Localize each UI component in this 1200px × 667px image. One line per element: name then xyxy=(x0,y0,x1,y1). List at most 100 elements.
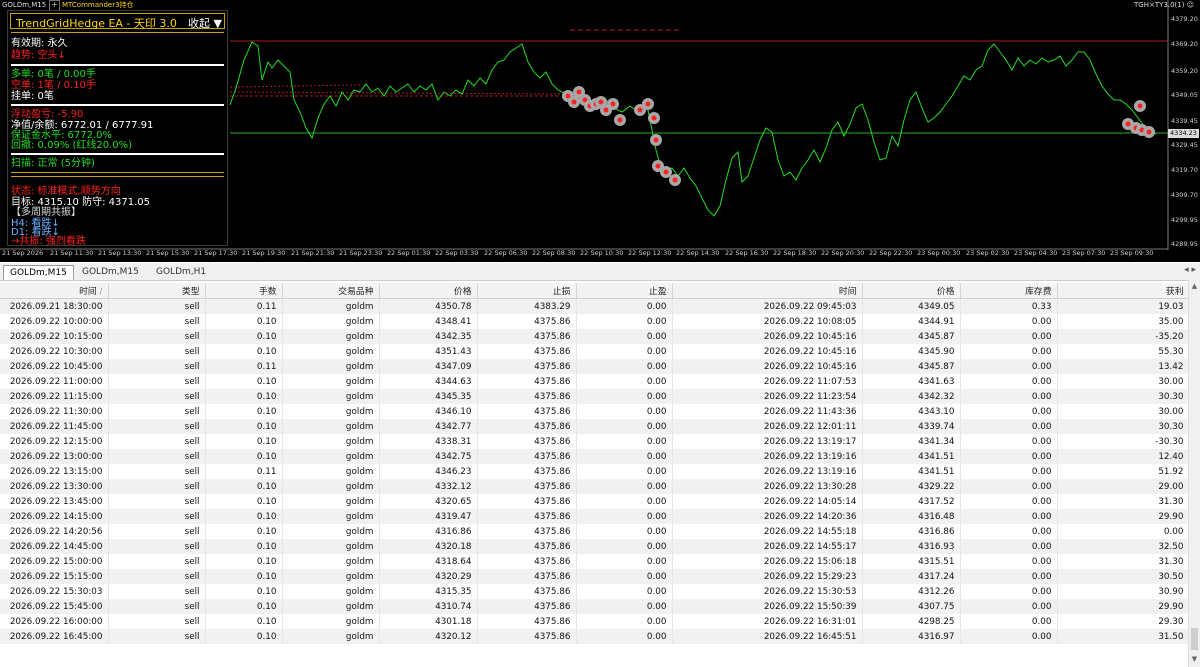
cell-open-price: 4319.47 xyxy=(379,509,478,524)
table-row[interactable]: 2026.09.22 13:45:00 sell 0.10 goldm 4320.65 4… xyxy=(0,494,1190,509)
cell-stop-loss: 4375.86 xyxy=(477,344,577,359)
cell-symbol: goldm xyxy=(282,569,380,584)
trade-marker-dot xyxy=(565,93,571,99)
chart-symbol-tag: GOLDm,M15 xyxy=(2,1,47,9)
price-chart[interactable]: GOLDm,M15 + MTCommander3持仓 TGH×TY3.0(1) … xyxy=(0,0,1200,262)
table-row[interactable]: 2026.09.22 10:00:00 sell 0.10 goldm 4348.41 4… xyxy=(0,314,1190,329)
table-row[interactable]: 2026.09.22 15:00:00 sell 0.10 goldm 4318.64 4… xyxy=(0,554,1190,569)
cell-profit: 29.00 xyxy=(1057,479,1190,494)
table-row[interactable]: 2026.09.22 11:00:00 sell 0.10 goldm 4344.63 4… xyxy=(0,374,1190,389)
cell-close-price: 4342.32 xyxy=(862,389,961,404)
column-header-swap[interactable]: 库存费 xyxy=(960,283,1058,299)
table-row[interactable]: 2026.09.22 14:15:00 sell 0.10 goldm 4319.47 4… xyxy=(0,509,1190,524)
table-row[interactable]: 2026.09.22 10:45:00 sell 0.11 goldm 4347.09 4… xyxy=(0,359,1190,374)
trade-marker-dot xyxy=(610,101,616,107)
table-row[interactable]: 2026.09.22 15:45:00 sell 0.10 goldm 4310.74 4… xyxy=(0,599,1190,614)
cell-swap: 0.00 xyxy=(960,479,1058,494)
price-label: 4329.45 xyxy=(1171,141,1198,149)
table-row[interactable]: 2026.09.22 14:20:56 sell 0.10 goldm 4316.86 4… xyxy=(0,524,1190,539)
mtcommander-label[interactable]: MTCommander3持仓 xyxy=(62,0,134,10)
tab-goldm-m15[interactable]: GOLDm,M15 xyxy=(76,265,145,279)
cell-close-price: 4307.75 xyxy=(862,599,961,614)
cell-type: sell xyxy=(108,404,206,419)
table-row[interactable]: 2026.09.21 18:30:00 sell 0.11 goldm 4350.78 4… xyxy=(0,298,1190,314)
cell-close-time: 2026.09.22 11:23:54 xyxy=(672,389,863,404)
cell-stop-loss: 4375.86 xyxy=(477,479,577,494)
scrollbar-thumb[interactable] xyxy=(1191,628,1198,650)
cell-open-price: 4301.18 xyxy=(379,614,478,629)
cell-close-price: 4349.05 xyxy=(862,298,961,314)
column-header-stop-loss[interactable]: 止损 xyxy=(477,283,577,299)
cell-type: sell xyxy=(108,464,206,479)
table-row[interactable]: 2026.09.22 15:30:03 sell 0.10 goldm 4315.35 4… xyxy=(0,584,1190,599)
time-label: 22 Sep 22:30 xyxy=(869,249,913,257)
trade-marker-dot xyxy=(645,101,651,107)
table-row[interactable]: 2026.09.22 14:45:00 sell 0.10 goldm 4320.18 4… xyxy=(0,539,1190,554)
tab-goldm-m15-active[interactable]: GOLDm,M15 xyxy=(3,265,74,280)
cell-swap: 0.00 xyxy=(960,344,1058,359)
cell-swap: 0.00 xyxy=(960,359,1058,374)
table-row[interactable]: 2026.09.22 16:00:00 sell 0.10 goldm 4301.18 4… xyxy=(0,614,1190,629)
column-header-profit[interactable]: 获利 xyxy=(1057,283,1190,299)
cell-stop-loss: 4375.86 xyxy=(477,554,577,569)
column-header-open-time[interactable]: 时间 / xyxy=(0,283,109,299)
column-header-volume[interactable]: 手数 xyxy=(205,283,283,299)
table-row[interactable]: 2026.09.22 11:30:00 sell 0.10 goldm 4346.10 4… xyxy=(0,404,1190,419)
cell-open-time: 2026.09.22 16:00:00 xyxy=(0,614,109,629)
table-row[interactable]: 2026.09.22 16:45:00 sell 0.10 goldm 4320.12 4… xyxy=(0,629,1190,644)
cell-take-profit: 0.00 xyxy=(576,524,673,539)
price-label: 4309.70 xyxy=(1171,191,1198,199)
cell-take-profit: 0.00 xyxy=(576,539,673,554)
column-header-symbol[interactable]: 交易品种 xyxy=(282,283,380,299)
cell-swap: 0.00 xyxy=(960,569,1058,584)
cell-close-time: 2026.09.22 16:31:01 xyxy=(672,614,863,629)
table-row[interactable]: 2026.09.22 13:30:00 sell 0.10 goldm 4332.12 4… xyxy=(0,479,1190,494)
column-header-close-time[interactable]: 时间 xyxy=(672,283,863,299)
cell-type: sell xyxy=(108,329,206,344)
cell-close-time: 2026.09.22 11:07:53 xyxy=(672,374,863,389)
cell-volume: 0.10 xyxy=(205,524,283,539)
column-header-open-price[interactable]: 价格 xyxy=(379,283,478,299)
cell-type: sell xyxy=(108,314,206,329)
table-row[interactable]: 2026.09.22 11:15:00 sell 0.10 goldm 4345.35 4… xyxy=(0,389,1190,404)
column-header-close-price[interactable]: 价格 xyxy=(862,283,961,299)
cell-stop-loss: 4375.86 xyxy=(477,464,577,479)
cell-profit: 29.90 xyxy=(1057,599,1190,614)
divider xyxy=(11,64,224,66)
column-header-take-profit[interactable]: 止盈 xyxy=(576,283,673,299)
cell-stop-loss: 4375.86 xyxy=(477,569,577,584)
cell-symbol: goldm xyxy=(282,494,380,509)
table-row[interactable]: 2026.09.22 15:15:00 sell 0.10 goldm 4320.29 4… xyxy=(0,569,1190,584)
cell-profit: 55.30 xyxy=(1057,344,1190,359)
cell-type: sell xyxy=(108,524,206,539)
time-label: 21 Sep 13:30 xyxy=(98,249,142,257)
cell-open-time: 2026.09.22 13:30:00 xyxy=(0,479,109,494)
cell-close-time: 2026.09.22 13:19:16 xyxy=(672,464,863,479)
scroll-down-icon[interactable]: ▼ xyxy=(1190,655,1199,665)
cell-symbol: goldm xyxy=(282,629,380,644)
cell-volume: 0.10 xyxy=(205,389,283,404)
cell-close-price: 4317.24 xyxy=(862,569,961,584)
time-label: 22 Sep 14:30 xyxy=(676,249,720,257)
ea-title-bar[interactable]: TrendGridHedge EA - 天印 3.0 收起 ▼ xyxy=(10,13,225,31)
tab-goldm-h1[interactable]: GOLDm,H1 xyxy=(150,265,212,279)
price-scale[interactable]: 4379.20 4369.20 4359.20 4349.05 4339.45 … xyxy=(1168,0,1200,250)
column-header-type[interactable]: 类型 xyxy=(108,283,206,299)
tab-scroll-arrows-icon[interactable]: ◂ ▸ xyxy=(1184,265,1196,275)
cell-volume: 0.10 xyxy=(205,404,283,419)
table-scrollbar[interactable]: ▲ ▼ xyxy=(1188,280,1200,667)
table-row[interactable]: 2026.09.22 12:15:00 sell 0.10 goldm 4338.31 4… xyxy=(0,434,1190,449)
table-row[interactable]: 2026.09.22 13:15:00 sell 0.11 goldm 4346.23 4… xyxy=(0,464,1190,479)
table-row[interactable]: 2026.09.22 13:00:00 sell 0.10 goldm 4342.75 4… xyxy=(0,449,1190,464)
cell-symbol: goldm xyxy=(282,434,380,449)
cell-volume: 0.10 xyxy=(205,629,283,644)
scroll-up-icon[interactable]: ▲ xyxy=(1190,282,1199,292)
divider xyxy=(11,104,224,106)
table-row[interactable]: 2026.09.22 11:45:00 sell 0.10 goldm 4342.77 4… xyxy=(0,419,1190,434)
table-row[interactable]: 2026.09.22 10:30:00 sell 0.10 goldm 4351.43 4… xyxy=(0,344,1190,359)
cell-close-time: 2026.09.22 15:30:53 xyxy=(672,584,863,599)
cell-swap: 0.00 xyxy=(960,494,1058,509)
table-row[interactable]: 2026.09.22 10:15:00 sell 0.10 goldm 4342.35 4… xyxy=(0,329,1190,344)
collapse-button[interactable]: 收起 ▼ xyxy=(188,15,222,31)
cell-volume: 0.11 xyxy=(205,359,283,374)
